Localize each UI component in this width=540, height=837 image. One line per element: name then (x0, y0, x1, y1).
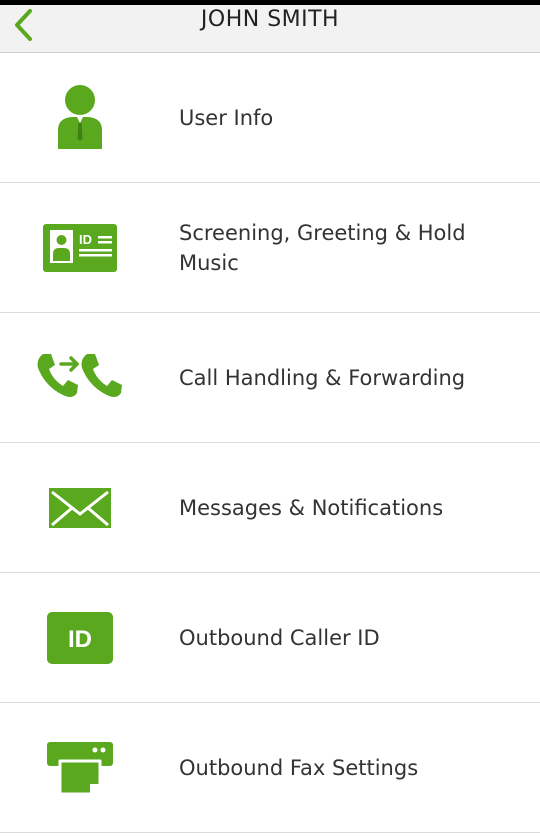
menu-item-label: Outbound Caller ID (179, 625, 380, 650)
page-title: JOHN SMITH (200, 7, 340, 32)
caller-id-icon: ID (30, 603, 130, 673)
menu-item-label: Screening, Greeting & Hold Music (179, 220, 466, 275)
menu-item-screening-greeting-hold-music[interactable]: ID Screening, Greeting & Hold Music (0, 183, 540, 313)
chevron-left-icon (12, 8, 36, 46)
envelope-icon (30, 473, 130, 543)
call-forward-icon (30, 343, 130, 413)
back-button[interactable] (2, 5, 46, 49)
menu-item-messages-notifications[interactable]: Messages & Notifications (0, 443, 540, 573)
fax-icon (30, 733, 130, 803)
menu-item-outbound-fax-settings[interactable]: Outbound Fax Settings (0, 703, 540, 833)
svg-text:ID: ID (68, 626, 92, 653)
menu-item-label: Messages & Notifications (179, 495, 444, 520)
menu-item-outbound-caller-id[interactable]: ID Outbound Caller ID (0, 573, 540, 703)
menu-item-label: Outbound Fax Settings (179, 755, 419, 780)
menu-item-user-info[interactable]: User Info (0, 53, 540, 183)
menu-item-label: User Info (179, 105, 274, 130)
user-icon (30, 83, 130, 153)
svg-text:ID: ID (79, 232, 92, 247)
id-card-icon: ID (30, 213, 130, 283)
settings-menu: User Info ID Screening, Greeting & Hold … (0, 53, 540, 833)
menu-item-label: Call Handling & Forwarding (179, 365, 466, 390)
menu-item-call-handling-forwarding[interactable]: Call Handling & Forwarding (0, 313, 540, 443)
header-bar: JOHN SMITH (0, 5, 540, 53)
